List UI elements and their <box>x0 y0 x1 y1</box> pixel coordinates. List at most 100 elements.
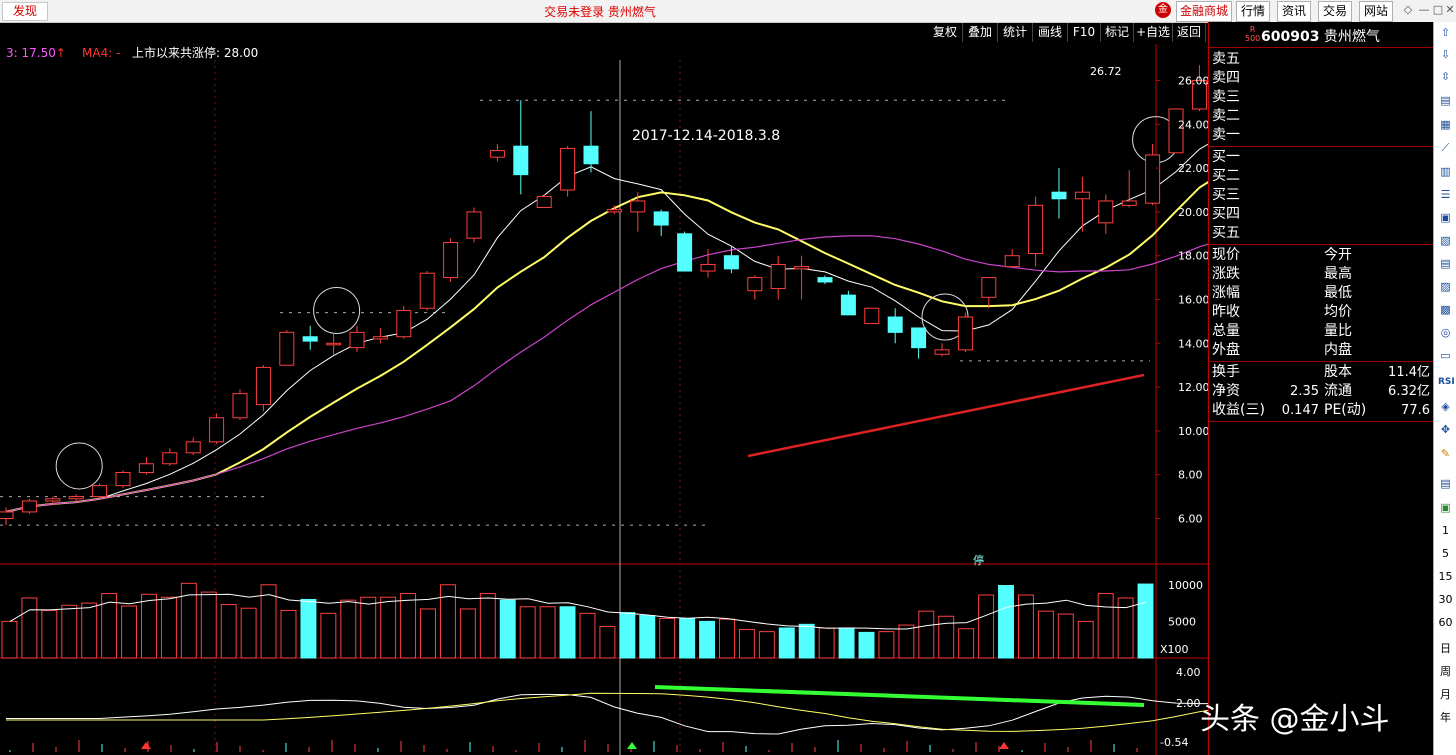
green-icon[interactable]: ▣ <box>1438 501 1453 515</box>
monitor-icon[interactable]: ▭ <box>1438 349 1453 363</box>
volume-bar <box>958 628 975 659</box>
quote-panel: R 500 600903 贵州燃气 卖五 卖四 卖三 卖二 卖一 买一 买二 买三… <box>1208 22 1434 755</box>
finance-mall-button[interactable]: 金融商城 <box>1176 1 1233 22</box>
candle-up <box>864 307 880 325</box>
candle-up <box>1004 255 1020 268</box>
volume-tick-label: 5000 <box>1168 615 1196 628</box>
period-day[interactable]: 日 <box>1434 640 1456 656</box>
window-title: 交易未登录 贵州燃气 <box>544 5 656 19</box>
kline-chart[interactable]: 26.00 24.00 22.00 20.00 18.00 16.00 14.00 12.00… <box>0 44 1208 755</box>
candle-down <box>911 327 927 349</box>
report-icon[interactable]: ▤ <box>1438 94 1453 108</box>
period-week[interactable]: 周 <box>1434 663 1456 679</box>
period-5min[interactable]: 5 <box>1434 547 1456 560</box>
minimize-icon[interactable]: — <box>1418 4 1430 16</box>
add-watchlist-button[interactable]: +自选 <box>1134 23 1173 42</box>
value-net-assets: 2.35 <box>1290 384 1319 399</box>
candle-up <box>419 272 435 309</box>
news-button[interactable]: 资讯 <box>1277 1 1312 22</box>
volume-bar <box>579 612 596 659</box>
trend-icon[interactable]: ⟋ <box>1438 141 1453 155</box>
volume-bar <box>21 597 38 659</box>
bid-5: 买五 <box>1212 225 1240 241</box>
cycle-icon[interactable]: ◎ <box>1438 326 1453 340</box>
pin-icon[interactable]: ◇ <box>1402 4 1414 16</box>
price-tick-label: 22.00 <box>1178 162 1208 175</box>
volume-bar <box>240 607 257 659</box>
ask-2: 卖二 <box>1212 108 1240 124</box>
mark-button[interactable]: 标记 <box>1101 23 1134 42</box>
back-button[interactable]: 返回 <box>1173 23 1206 42</box>
up-arrow-icon[interactable]: ⇧ <box>1438 26 1453 40</box>
ma20-line <box>5 235 1208 513</box>
chart-icon[interactable]: ▧ <box>1438 234 1453 248</box>
period-60min[interactable]: 60 <box>1434 616 1456 629</box>
switch-icon[interactable]: ⇳ <box>1438 70 1453 84</box>
overlay-button[interactable]: 叠加 <box>963 23 998 42</box>
bid-4: 买四 <box>1212 206 1240 222</box>
period-15min[interactable]: 15 <box>1434 570 1456 583</box>
candle-up <box>115 472 131 487</box>
website-button[interactable]: 网站 <box>1359 1 1394 22</box>
indicator-current-value: -0.54 <box>1160 736 1188 749</box>
volume-bar <box>380 596 397 659</box>
pages-icon[interactable]: ▤ <box>1438 477 1453 491</box>
period-1min[interactable]: 1 <box>1434 524 1456 537</box>
fund-icon[interactable]: ▨ <box>1438 280 1453 294</box>
period-year[interactable]: 年 <box>1434 709 1456 725</box>
signal-arrow <box>999 742 1009 749</box>
candle-up <box>255 366 271 406</box>
f10-icon[interactable]: ▣ <box>1438 211 1453 225</box>
volume-bar <box>121 605 138 659</box>
list-icon[interactable]: ☰ <box>1438 188 1453 202</box>
price-tick-label: 26.00 <box>1178 75 1208 88</box>
volume-bar <box>439 584 456 659</box>
price-tick-label: 8.00 <box>1178 469 1203 482</box>
volume-bar <box>1097 593 1114 659</box>
trade-button[interactable]: 交易 <box>1318 1 1353 22</box>
draw-line-button[interactable]: 画线 <box>1033 23 1068 42</box>
pencil-icon[interactable]: ✎ <box>1438 447 1453 461</box>
candle-up <box>232 393 248 419</box>
volume-bar <box>659 617 676 659</box>
layers-icon[interactable]: ◈ <box>1438 400 1453 414</box>
down-arrow-icon[interactable]: ⇩ <box>1438 48 1453 62</box>
ma60-line <box>747 373 1145 458</box>
volume-bar <box>81 602 98 659</box>
calc-icon[interactable]: ▩ <box>1438 303 1453 317</box>
label-volume: 总量 <box>1212 323 1240 339</box>
f10-button[interactable]: F10 <box>1068 23 1101 42</box>
volume-bar <box>898 624 915 659</box>
stats-button[interactable]: 统计 <box>998 23 1033 42</box>
period-month[interactable]: 月 <box>1434 686 1456 702</box>
volume-bar <box>1077 620 1094 659</box>
candle-up <box>92 485 108 498</box>
rights-button[interactable]: 复权 <box>928 23 963 42</box>
ask-3: 卖三 <box>1212 89 1240 105</box>
maximize-icon[interactable]: □ <box>1432 4 1444 16</box>
badge: R 500 <box>1245 25 1261 43</box>
candle-up <box>466 211 482 239</box>
candle-down <box>723 255 739 270</box>
volume-bar <box>699 620 716 659</box>
quotes-button[interactable]: 行情 <box>1236 1 1271 22</box>
divergence-line <box>654 685 1145 707</box>
period-30min[interactable]: 30 <box>1434 593 1456 606</box>
candle-up <box>1145 154 1161 204</box>
volume-ma-line <box>9 593 1147 630</box>
limit-up-count: 上市以来共涨停: 28.00 <box>132 45 258 60</box>
label-change-pct: 涨幅 <box>1212 285 1240 301</box>
volume-bar <box>280 609 297 659</box>
rsi-icon[interactable]: RSI <box>1438 375 1455 389</box>
candle-down <box>302 336 318 342</box>
move-icon[interactable]: ✥ <box>1438 423 1453 437</box>
volume-bar <box>758 631 775 659</box>
volume-bar <box>400 593 417 659</box>
table-icon[interactable]: ▤ <box>1438 257 1453 271</box>
close-icon[interactable]: ✕ <box>1444 4 1456 16</box>
grid-icon[interactable]: ▦ <box>1438 118 1453 132</box>
tool-sidebar: ⇧ ⇩ ⇳ ▤ ▦ ⟋ ▥ ☰ ▣ ▧ ▤ ▨ ▩ ◎ ▭ RSI ◈ ✥ ✎ … <box>1433 22 1456 755</box>
candle-up <box>630 200 646 213</box>
ask-4: 卖四 <box>1212 70 1240 86</box>
kline-icon[interactable]: ▥ <box>1438 165 1453 179</box>
